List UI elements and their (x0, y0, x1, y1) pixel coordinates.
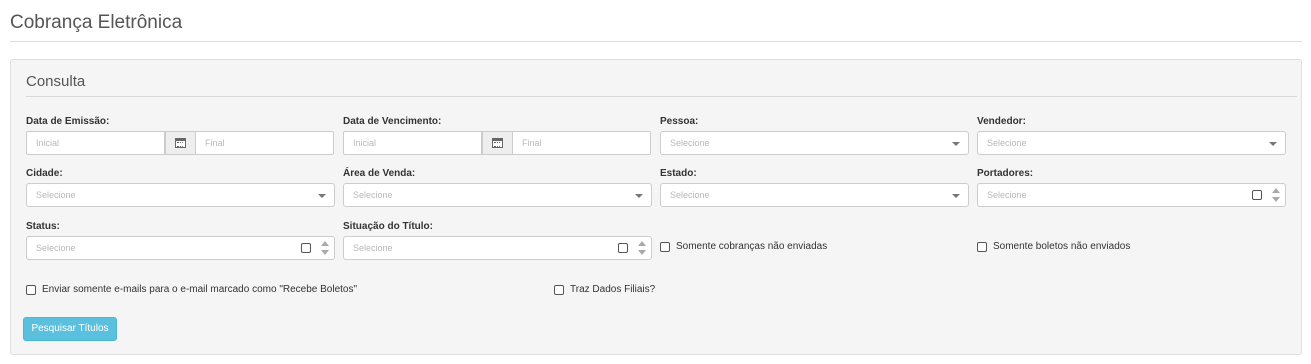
spinner-arrows-icon (637, 239, 647, 257)
title-divider (10, 41, 1302, 42)
vendedor-placeholder: Selecione (987, 138, 1027, 148)
checkbox-icon[interactable] (977, 241, 987, 252)
estado-select[interactable]: Selecione (660, 183, 969, 207)
area-venda-label: Área de Venda: (343, 168, 416, 179)
portadores-placeholder: Selecione (987, 190, 1027, 200)
data-vencimento-calendar-button[interactable] (482, 131, 513, 155)
data-emissao-label: Data de Emissão: (26, 116, 110, 127)
page-title: Cobrança Eletrônica (10, 12, 183, 33)
portadores-label: Portadores: (977, 168, 1034, 179)
data-vencimento-inicial-input[interactable]: Inicial (343, 131, 482, 155)
data-emissao-calendar-button[interactable] (165, 131, 196, 155)
enviar-somente-emails-label: Enviar somente e-mails para o e-mail mar… (42, 284, 358, 295)
status-multiselect[interactable]: Selecione (26, 236, 335, 260)
panel-divider (26, 96, 1297, 97)
status-placeholder: Selecione (36, 243, 76, 253)
estado-label: Estado: (660, 168, 697, 179)
somente-boletos-label: Somente boletos não enviados (993, 241, 1131, 252)
data-vencimento-final-input[interactable]: Final (512, 131, 651, 155)
chevron-down-icon (635, 194, 643, 198)
checkbox-square-icon (301, 243, 311, 253)
consulta-panel: Consulta Data de Emissão: Inicial Final … (10, 59, 1302, 355)
checkbox-square-icon (1252, 190, 1262, 200)
checkbox-square-icon (618, 243, 628, 253)
situacao-titulo-multiselect[interactable]: Selecione (343, 236, 652, 260)
portadores-multiselect[interactable]: Selecione (977, 183, 1286, 207)
status-label: Status: (26, 221, 60, 232)
spinner-arrows-icon (1271, 186, 1281, 204)
estado-placeholder: Selecione (670, 190, 710, 200)
data-vencimento-label: Data de Vencimento: (343, 116, 442, 127)
somente-cobrancas-checkbox[interactable]: Somente cobranças não enviadas (660, 241, 827, 252)
traz-dados-filiais-label: Traz Dados Filiais? (570, 284, 656, 295)
calendar-icon (175, 138, 186, 148)
chevron-down-icon (952, 142, 960, 146)
cidade-label: Cidade: (26, 168, 63, 179)
cidade-select[interactable]: Selecione (26, 183, 335, 207)
area-venda-select[interactable]: Selecione (343, 183, 652, 207)
situacao-titulo-placeholder: Selecione (353, 243, 393, 253)
area-venda-placeholder: Selecione (353, 190, 393, 200)
enviar-somente-emails-checkbox[interactable]: Enviar somente e-mails para o e-mail mar… (26, 284, 357, 295)
chevron-down-icon (318, 194, 326, 198)
pessoa-select[interactable]: Selecione (660, 131, 969, 155)
vendedor-label: Vendedor: (977, 116, 1026, 127)
checkbox-icon[interactable] (554, 284, 564, 295)
calendar-icon (492, 138, 503, 148)
chevron-down-icon (1269, 142, 1277, 146)
cidade-placeholder: Selecione (36, 190, 76, 200)
somente-cobrancas-label: Somente cobranças não enviadas (676, 241, 828, 252)
pesquisar-titulos-button[interactable]: Pesquisar Títulos (23, 317, 117, 341)
pessoa-label: Pessoa: (660, 116, 699, 127)
situacao-titulo-label: Situação do Título: (343, 221, 433, 232)
pessoa-placeholder: Selecione (670, 138, 710, 148)
chevron-down-icon (952, 194, 960, 198)
data-emissao-inicial-input[interactable]: Inicial (26, 131, 165, 155)
data-emissao-final-input[interactable]: Final (195, 131, 334, 155)
checkbox-icon[interactable] (26, 284, 36, 295)
panel-title: Consulta (26, 73, 86, 90)
vendedor-select[interactable]: Selecione (977, 131, 1286, 155)
checkbox-icon[interactable] (660, 241, 670, 252)
spinner-arrows-icon (320, 239, 330, 257)
traz-dados-filiais-checkbox[interactable]: Traz Dados Filiais? (554, 284, 655, 295)
somente-boletos-checkbox[interactable]: Somente boletos não enviados (977, 241, 1130, 252)
